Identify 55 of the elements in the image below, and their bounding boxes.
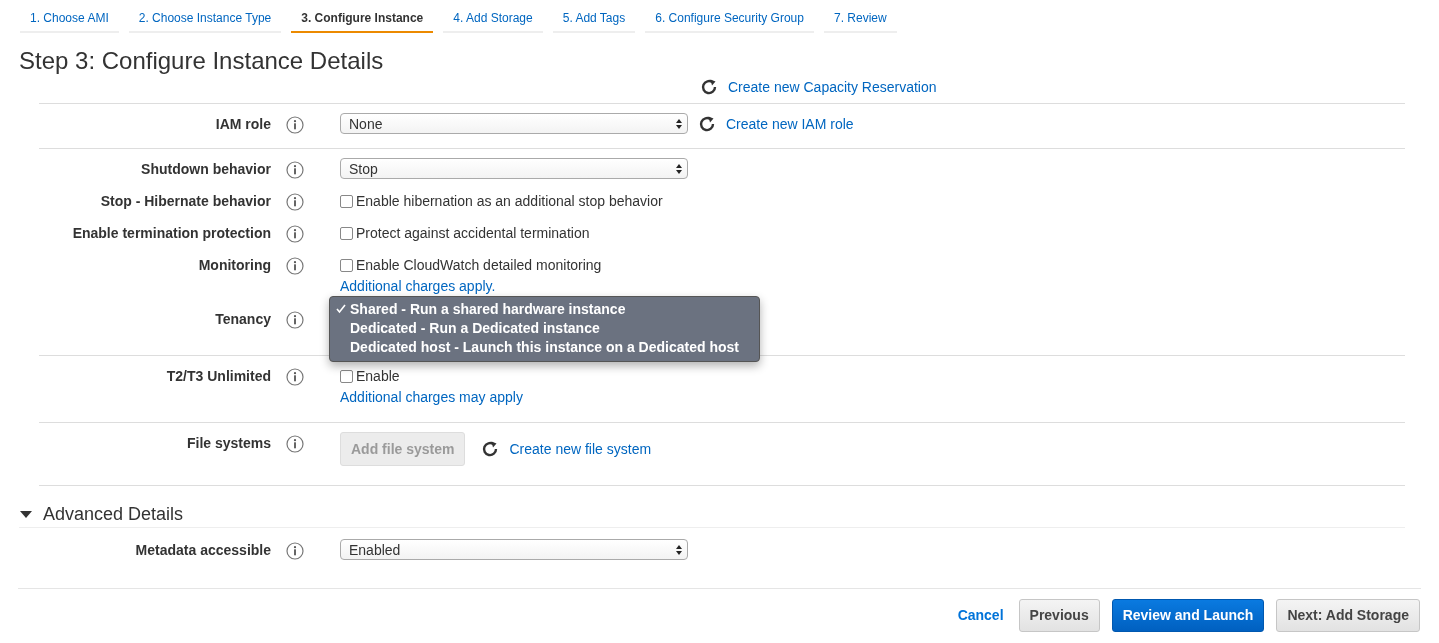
updown-icon: [675, 162, 683, 175]
checkbox-label[interactable]: Enable: [356, 368, 400, 384]
select-field[interactable]: None: [340, 113, 688, 134]
refresh-icon[interactable]: [698, 114, 716, 133]
wizard-button[interactable]: Next: Add Storage: [1276, 598, 1420, 632]
select-field[interactable]: Stop: [340, 158, 688, 179]
info-icon: [286, 311, 304, 329]
select-field[interactable]: Enabled: [340, 539, 688, 560]
checkbox[interactable]: [340, 194, 353, 208]
menu-option[interactable]: Shared - Run a shared hardware instance: [336, 300, 739, 319]
info-icon: [286, 225, 304, 243]
wizard-tab[interactable]: 3. Configure Instance: [291, 5, 434, 33]
info-icon: [286, 368, 304, 386]
info-icon: [286, 161, 304, 179]
info-icon: [286, 193, 304, 211]
wizard-tab[interactable]: 5. Add Tags: [552, 5, 636, 33]
field-label: T2/T3 Unlimited: [166, 368, 271, 384]
wizard-button[interactable]: Previous: [1018, 598, 1100, 632]
checkbox-label[interactable]: Enable hibernation as an additional stop behavior: [356, 193, 663, 209]
wizard-tab[interactable]: 7. Review: [823, 5, 897, 33]
wizard-tab[interactable]: 2. Choose Instance Type: [128, 5, 282, 33]
field-label: IAM role: [215, 116, 271, 132]
info-icon: [286, 257, 304, 275]
cancel-link[interactable]: Cancel: [957, 607, 1004, 623]
refresh-icon[interactable]: [700, 78, 718, 96]
field-label: Monitoring: [198, 257, 271, 273]
field-label: Stop - Hibernate behavior: [100, 193, 271, 209]
create-link[interactable]: Create new Capacity Reservation: [728, 79, 937, 95]
info-icon: [286, 116, 304, 134]
field-label: File systems: [186, 435, 271, 451]
wizard-tab[interactable]: 4. Add Storage: [443, 5, 543, 33]
wizard-tab[interactable]: 6. Configure Security Group: [645, 5, 814, 33]
checkbox[interactable]: [340, 258, 353, 272]
primary-button[interactable]: Review and Launch: [1111, 598, 1265, 632]
updown-icon: [675, 117, 683, 130]
field-label: Shutdown behavior: [141, 161, 271, 177]
charges-link[interactable]: Additional charges may apply: [340, 389, 523, 405]
checkbox-label[interactable]: Protect against accidental termination: [356, 225, 590, 241]
field-label: Tenancy: [215, 311, 271, 327]
info-icon: [286, 542, 304, 560]
wizard-tab[interactable]: 1. Choose AMI: [20, 5, 119, 33]
page-title: Step 3: Configure Instance Details: [19, 47, 385, 75]
updown-icon: [675, 543, 683, 556]
refresh-icon[interactable]: [481, 440, 500, 458]
menu-option[interactable]: Dedicated host - Launch this instance on a Dedicated host: [336, 338, 739, 357]
create-link[interactable]: Create new IAM role: [726, 115, 854, 132]
checkbox[interactable]: [340, 226, 353, 240]
info-icon: [286, 435, 304, 453]
section-title[interactable]: Advanced Details: [43, 504, 184, 525]
checkbox-label[interactable]: Enable CloudWatch detailed monitoring: [356, 257, 602, 273]
field-label: Metadata accessible: [135, 542, 271, 558]
menu-option[interactable]: Dedicated - Run a Dedicated instance: [336, 319, 739, 338]
charges-link[interactable]: Additional charges apply.: [340, 278, 496, 294]
checkbox[interactable]: [340, 369, 353, 383]
field-label: Enable termination protection: [72, 225, 271, 241]
